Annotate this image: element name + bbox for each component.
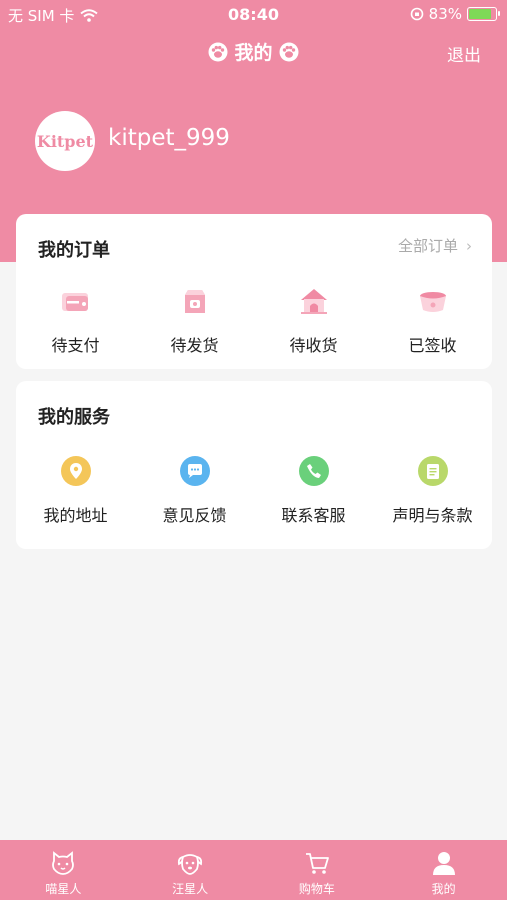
location-pin-icon bbox=[60, 456, 91, 486]
orders-title: 我的订单 bbox=[38, 240, 110, 261]
order-pending-receipt-label: 待收货 bbox=[289, 336, 338, 355]
tab-cart-label: 购物车 bbox=[298, 882, 335, 896]
battery-percent: 83% bbox=[428, 5, 462, 23]
avatar[interactable]: Kitpet bbox=[35, 111, 95, 171]
user-icon bbox=[432, 852, 455, 875]
tab-cats-label: 喵星人 bbox=[45, 882, 82, 896]
order-pending-payment-label: 待支付 bbox=[51, 336, 100, 355]
tab-cart[interactable]: 购物车 bbox=[254, 840, 381, 900]
orientation-lock-icon bbox=[410, 7, 423, 21]
paw-icon bbox=[279, 42, 298, 61]
service-my-address-label: 我的地址 bbox=[43, 506, 108, 525]
package-icon bbox=[184, 290, 205, 313]
service-my-address[interactable]: 我的地址 bbox=[16, 456, 135, 526]
service-feedback[interactable]: 意见反馈 bbox=[135, 456, 254, 526]
service-terms[interactable]: 声明与条款 bbox=[373, 456, 492, 526]
page-title: 我的 bbox=[0, 38, 507, 65]
tab-cats[interactable]: 喵星人 bbox=[0, 840, 127, 900]
order-pending-shipment[interactable]: 待发货 bbox=[135, 284, 254, 356]
tab-bar: 喵星人 汪星人 购物车 我的 bbox=[0, 840, 507, 900]
service-terms-label: 声明与条款 bbox=[392, 506, 473, 525]
tab-dogs-label: 汪星人 bbox=[172, 882, 209, 896]
order-signed-label: 已签收 bbox=[408, 336, 457, 355]
paw-icon bbox=[208, 42, 228, 61]
page-title-text: 我的 bbox=[234, 42, 273, 64]
order-pending-payment[interactable]: 待支付 bbox=[16, 284, 135, 356]
cat-icon bbox=[52, 851, 75, 875]
avatar-logo-text: Kitpet bbox=[36, 131, 94, 151]
service-contact-support[interactable]: 联系客服 bbox=[254, 456, 373, 526]
phone-icon bbox=[298, 456, 329, 486]
battery-icon bbox=[467, 7, 500, 21]
username: kitpet_999 bbox=[108, 125, 230, 151]
logout-button[interactable]: 退出 bbox=[447, 41, 481, 66]
battery-level bbox=[469, 9, 491, 19]
all-orders-link[interactable]: 全部订单 › bbox=[398, 235, 472, 256]
pet-bowl-icon bbox=[419, 292, 446, 312]
chevron-right-icon: › bbox=[466, 237, 472, 255]
chat-bubble-icon bbox=[179, 456, 210, 486]
tab-profile-label: 我的 bbox=[431, 882, 456, 896]
dog-icon bbox=[178, 854, 203, 875]
wallet-icon bbox=[61, 293, 88, 311]
order-signed[interactable]: 已签收 bbox=[373, 284, 492, 356]
service-feedback-label: 意见反馈 bbox=[162, 506, 227, 525]
tab-dogs[interactable]: 汪星人 bbox=[127, 840, 254, 900]
services-card: 我的服务 我的地址 意见反馈 联系客服 声明与条款 bbox=[16, 381, 492, 549]
order-pending-receipt[interactable]: 待收货 bbox=[254, 284, 373, 356]
cart-icon bbox=[305, 853, 329, 874]
pet-house-icon bbox=[300, 289, 327, 314]
document-icon bbox=[417, 456, 448, 486]
orders-card: 我的订单 全部订单 › 待支付 待发货 待收货 已签收 bbox=[16, 214, 492, 369]
order-pending-shipment-label: 待发货 bbox=[170, 336, 219, 355]
status-bar: 无 SIM 卡 08:40 83% bbox=[0, 0, 507, 30]
services-title: 我的服务 bbox=[38, 407, 110, 428]
tab-profile[interactable]: 我的 bbox=[380, 840, 507, 900]
service-contact-support-label: 联系客服 bbox=[281, 506, 346, 525]
all-orders-label: 全部订单 bbox=[397, 237, 458, 255]
